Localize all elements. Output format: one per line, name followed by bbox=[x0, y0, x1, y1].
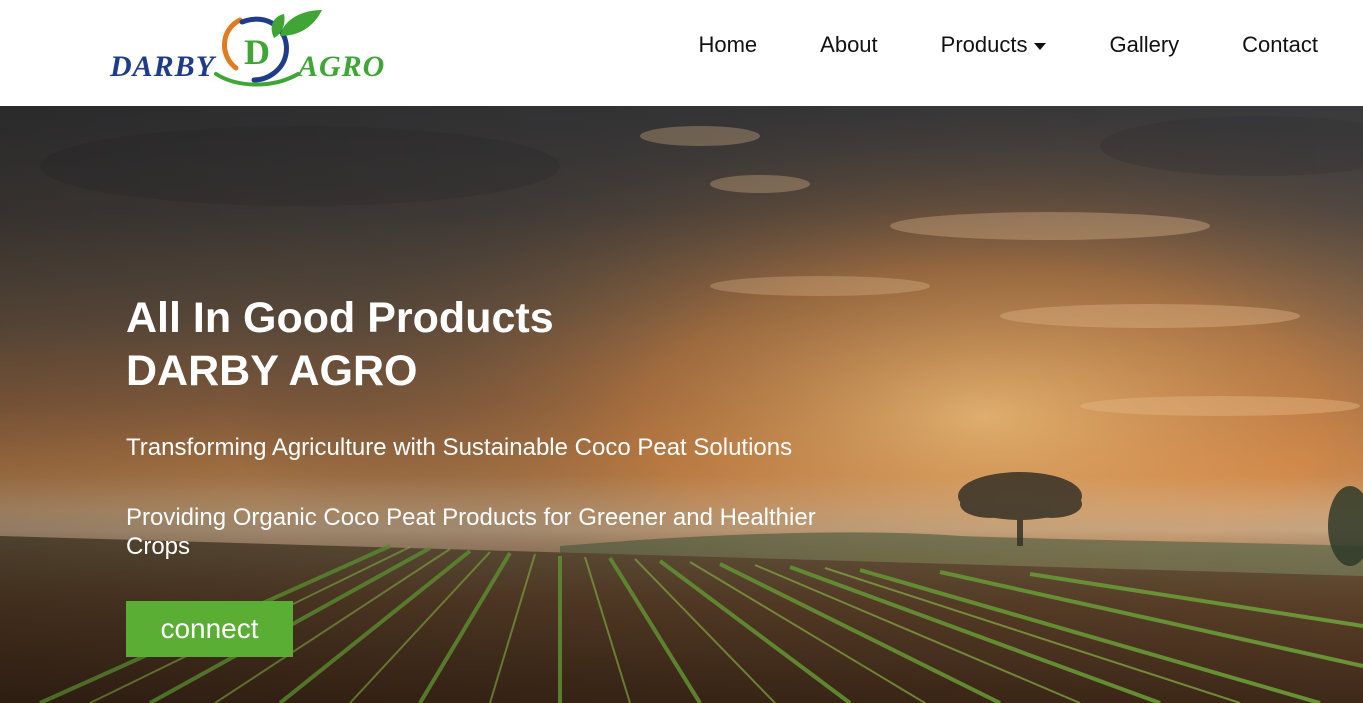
logo-monogram: D bbox=[244, 32, 270, 72]
hero-subtitle: Transforming Agriculture with Sustainabl… bbox=[126, 434, 793, 461]
brand-logo[interactable]: D DARBY AGRO bbox=[108, 8, 390, 90]
caret-down-icon bbox=[1034, 42, 1047, 50]
hero-title-line1: All In Good Products bbox=[126, 294, 554, 342]
nav-products-label: Products bbox=[940, 32, 1028, 57]
hero-section: All In Good Products DARBY AGRO Transfor… bbox=[0, 106, 1363, 703]
nav-contact[interactable]: Contact bbox=[1242, 32, 1318, 58]
nav-home-label: Home bbox=[698, 32, 758, 57]
connect-button[interactable]: connect bbox=[126, 601, 293, 657]
nav-contact-label: Contact bbox=[1242, 32, 1318, 57]
nav-products[interactable]: Products bbox=[941, 32, 1047, 58]
nav-about[interactable]: About bbox=[820, 32, 878, 58]
hero-title: All In Good Products DARBY AGRO bbox=[126, 292, 554, 398]
nav-about-label: About bbox=[820, 32, 878, 57]
hero-title-line2: DARBY AGRO bbox=[126, 347, 418, 395]
nav-gallery[interactable]: Gallery bbox=[1109, 32, 1179, 58]
logo-wordmark-agro: AGRO bbox=[296, 50, 385, 83]
nav-gallery-label: Gallery bbox=[1109, 32, 1180, 57]
darby-agro-logo-icon: D DARBY AGRO bbox=[109, 10, 385, 87]
site-header: D DARBY AGRO Home About Products Gallery… bbox=[0, 0, 1363, 106]
nav-home[interactable]: Home bbox=[698, 32, 757, 58]
main-nav: Home About Products Gallery Contact bbox=[698, 30, 1318, 60]
logo-wordmark-darby: DARBY bbox=[109, 50, 217, 83]
hero-description: Providing Organic Coco Peat Products for… bbox=[126, 504, 816, 560]
